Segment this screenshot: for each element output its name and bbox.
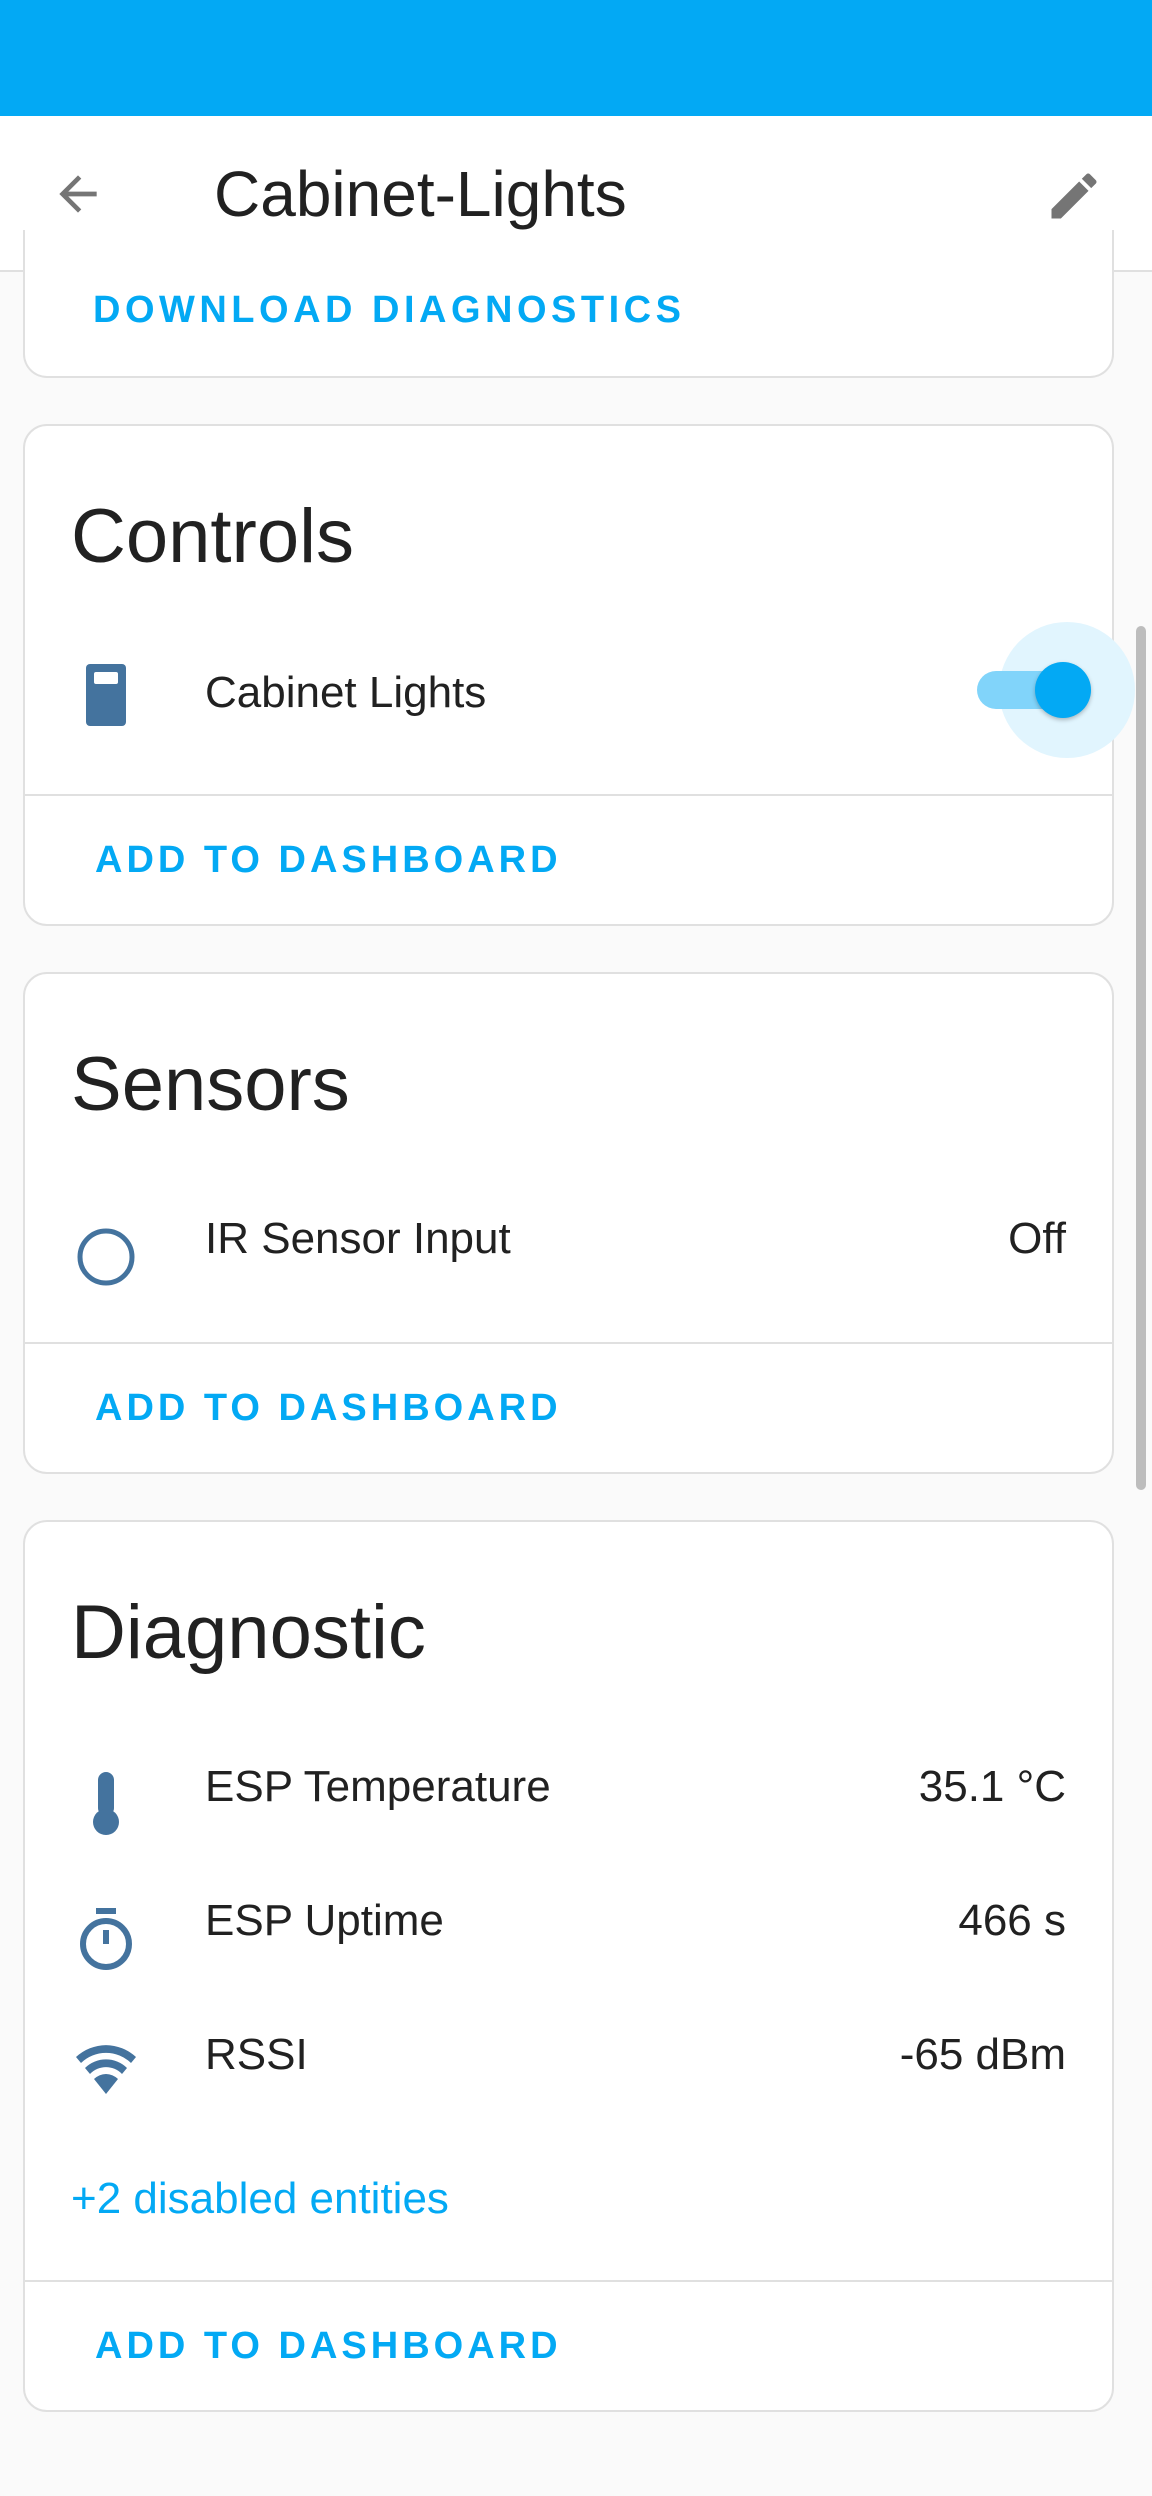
controls-card: Controls Cabinet Lights ADD TO DASHBOARD bbox=[23, 424, 1135, 926]
diagnostic-title: Diagnostic bbox=[71, 1590, 426, 1675]
sensors-card: Sensors IR Sensor Input Off ADD TO DASHB… bbox=[23, 972, 1114, 1474]
circle-outline-icon bbox=[73, 1224, 139, 1290]
thermometer-icon bbox=[73, 1770, 139, 1836]
edit-button[interactable] bbox=[1038, 160, 1110, 232]
disabled-entities-link[interactable]: +2 disabled entities bbox=[71, 2172, 449, 2226]
status-bar bbox=[0, 0, 1152, 116]
diagnostic-value: -65 dBm bbox=[899, 2030, 1066, 2079]
diagnostic-label: ESP Temperature bbox=[205, 1762, 551, 1811]
diagnostic-add-to-dashboard-button[interactable]: ADD TO DASHBOARD bbox=[95, 2322, 562, 2370]
toggle-thumb bbox=[1035, 662, 1091, 718]
diagnostic-card: Diagnostic ESP Temperature 35.1 °C ESP U… bbox=[23, 1520, 1114, 2412]
divider bbox=[25, 794, 1112, 796]
sensor-value: Off bbox=[1008, 1214, 1066, 1263]
wifi-icon bbox=[73, 2036, 139, 2102]
light-switch-icon bbox=[73, 662, 139, 728]
control-label: Cabinet Lights bbox=[205, 668, 487, 717]
page-title: Cabinet-Lights bbox=[214, 158, 627, 230]
arrow-left-icon bbox=[59, 175, 97, 213]
download-diagnostics-button[interactable]: DOWNLOAD DIAGNOSTICS bbox=[93, 286, 685, 334]
controls-title: Controls bbox=[71, 494, 354, 579]
divider bbox=[25, 2280, 1112, 2282]
diagnostic-value: 466 s bbox=[958, 1896, 1066, 1945]
sensors-add-to-dashboard-button[interactable]: ADD TO DASHBOARD bbox=[95, 1384, 562, 1432]
diagnostic-label: RSSI bbox=[205, 2030, 308, 2079]
timer-icon bbox=[73, 1906, 139, 1972]
device-info-card: DOWNLOAD DIAGNOSTICS bbox=[23, 230, 1114, 378]
pencil-icon bbox=[1051, 173, 1097, 219]
controls-add-to-dashboard-button[interactable]: ADD TO DASHBOARD bbox=[95, 836, 562, 884]
back-button[interactable] bbox=[44, 160, 112, 228]
diagnostic-label: ESP Uptime bbox=[205, 1896, 444, 1945]
scrollbar[interactable] bbox=[1136, 626, 1146, 1490]
divider bbox=[25, 1342, 1112, 1344]
sensors-title: Sensors bbox=[71, 1042, 350, 1127]
sensor-label: IR Sensor Input bbox=[205, 1214, 511, 1263]
diagnostic-value: 35.1 °C bbox=[918, 1762, 1066, 1811]
cabinet-lights-toggle[interactable] bbox=[955, 622, 1135, 758]
